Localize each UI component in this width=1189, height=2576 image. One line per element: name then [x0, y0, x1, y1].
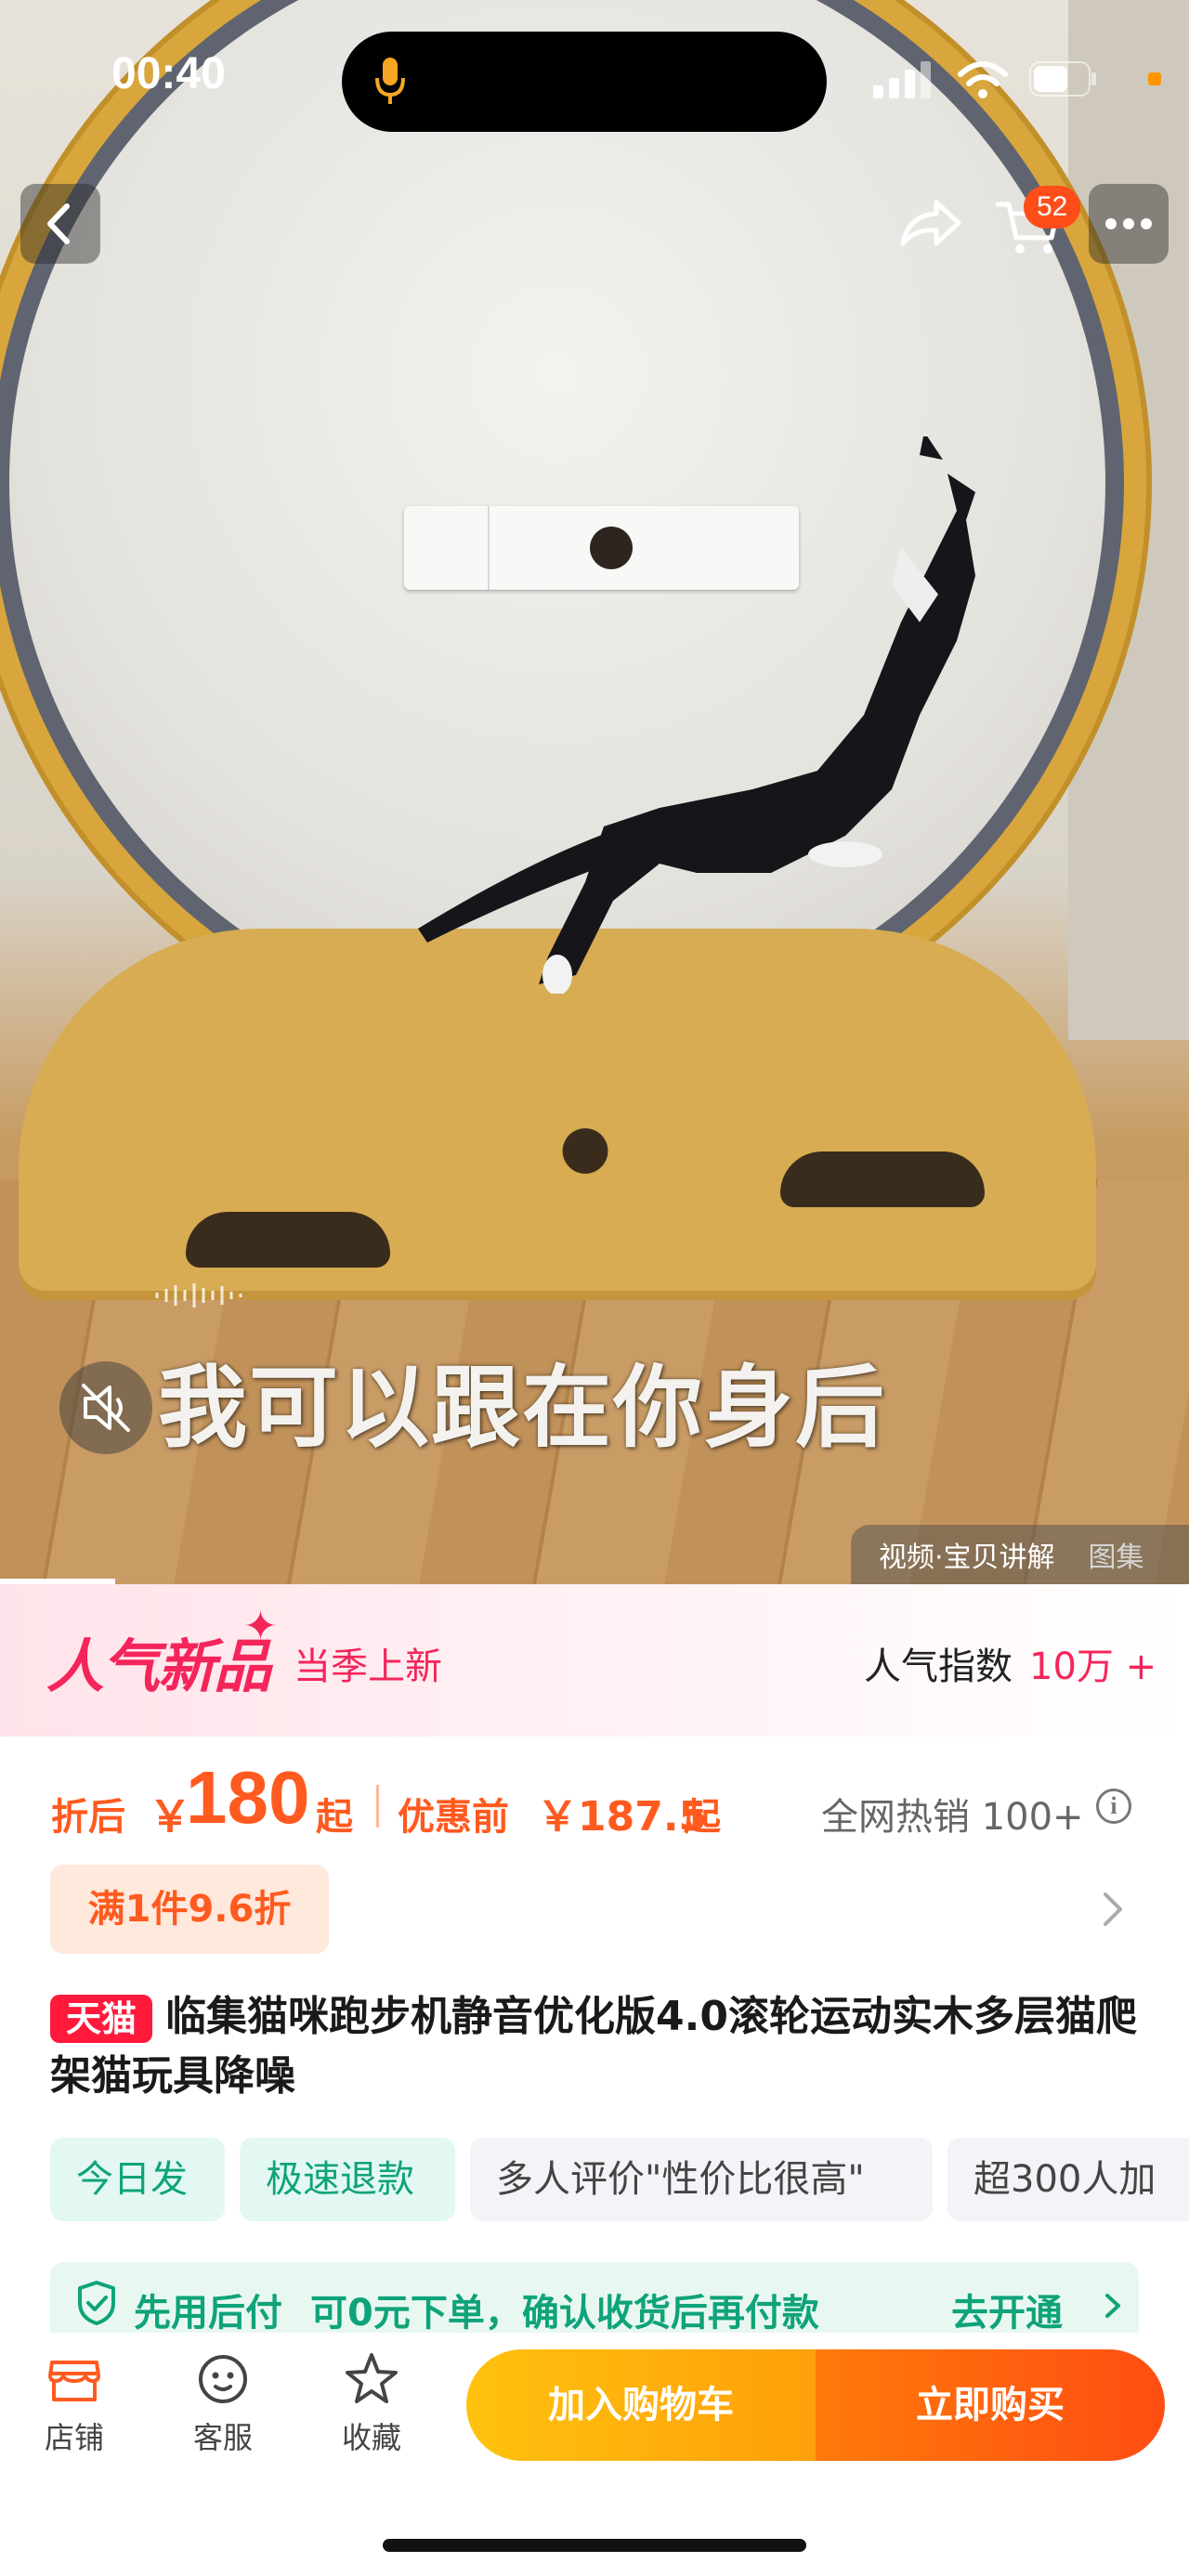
service-label: 客服 — [192, 2420, 253, 2455]
tab-video[interactable]: 视频·宝贝讲解 — [879, 1534, 1055, 1575]
mute-button[interactable] — [59, 1361, 152, 1454]
favorite-button[interactable]: 收藏 — [316, 2349, 427, 2461]
popularity-label: 人气指数 — [864, 1646, 1013, 1688]
back-button[interactable] — [20, 184, 100, 264]
original-price-label: 优惠前 — [398, 1796, 509, 1839]
price-label: 折后 — [51, 1796, 125, 1839]
chat-face-icon — [199, 2355, 247, 2403]
pay-later-activate-link[interactable]: 去开通 — [951, 2283, 1063, 2336]
divider — [376, 1785, 379, 1828]
store-button[interactable]: 店铺 — [19, 2349, 130, 2461]
pay-later-title: 先用后付 — [134, 2292, 282, 2335]
tag-review[interactable]: 多人评价"性价比很高" — [470, 2138, 933, 2221]
sales-count: 全网热销 100+ — [821, 1796, 1084, 1839]
home-indicator[interactable] — [383, 2539, 806, 2552]
cart-count-badge: 52 — [1024, 186, 1081, 228]
banner-title: 人气新品 — [46, 1633, 271, 1700]
recording-indicator — [1148, 72, 1161, 85]
status-time: 00:40 — [111, 49, 226, 98]
info-icon[interactable]: i — [1096, 1789, 1131, 1824]
banner-subtitle: 当季上新 — [294, 1646, 442, 1688]
tab-gallery[interactable]: 图集 — [1089, 1534, 1144, 1575]
tag-ships-today[interactable]: 今日发 — [50, 2138, 225, 2221]
store-icon — [48, 2361, 100, 2401]
sound-wave-icon — [155, 1283, 242, 1308]
share-button[interactable] — [890, 184, 970, 264]
paw-icon: ● — [559, 1112, 611, 1181]
chevron-left-icon — [47, 203, 70, 244]
product-title: 临集猫咪跑步机静音优化版4.0滚轮运动实木多层猫爬架猫玩具降噪 — [50, 1993, 1137, 2100]
stand-hole — [186, 1212, 390, 1268]
pay-later-description: 可0元下单，确认收货后再付款 — [310, 2292, 819, 2335]
chevron-right-icon[interactable] — [1094, 1887, 1131, 1932]
store-label: 店铺 — [44, 2420, 104, 2455]
sparkle-icon: ✦ — [243, 1603, 278, 1650]
buy-now-button[interactable]: 立即购买 — [816, 2349, 1165, 2461]
more-icon — [1105, 218, 1152, 229]
original-price-suffix: 起 — [684, 1796, 721, 1839]
cat-illustration — [418, 436, 975, 994]
favorite-label: 收藏 — [341, 2420, 401, 2455]
share-icon — [900, 200, 961, 246]
tmall-badge: 天猫 — [50, 1995, 152, 2043]
shield-check-icon — [78, 2281, 115, 2325]
price-suffix: 起 — [316, 1796, 353, 1839]
customer-service-button[interactable]: 客服 — [167, 2349, 279, 2461]
popularity-value: 10万 + — [1029, 1646, 1157, 1688]
price-value: 180 — [186, 1756, 310, 1839]
more-button[interactable] — [1089, 184, 1169, 264]
star-icon — [346, 2353, 398, 2403]
stand-hole — [780, 1151, 985, 1207]
media-tabs: 视频·宝贝讲解 图集 — [851, 1525, 1189, 1584]
signal-icon — [873, 61, 931, 98]
microphone-icon — [375, 58, 405, 104]
original-price-value: ￥187.5 — [537, 1793, 708, 1841]
speaker-muted-icon — [82, 1384, 130, 1432]
tag-fast-refund[interactable]: 极速退款 — [240, 2138, 455, 2221]
dynamic-island — [342, 32, 827, 132]
video-subtitle: 我可以跟在你身后 — [158, 1356, 886, 1460]
wifi-icon — [958, 61, 1008, 98]
battery-icon — [1029, 61, 1096, 97]
tag-popularity[interactable]: 超300人加 — [947, 2138, 1189, 2221]
add-to-cart-button[interactable]: 加入购物车 — [466, 2349, 816, 2461]
chevron-right-icon — [1105, 2294, 1120, 2318]
discount-chip[interactable]: 满1件9.6折 — [50, 1865, 329, 1954]
